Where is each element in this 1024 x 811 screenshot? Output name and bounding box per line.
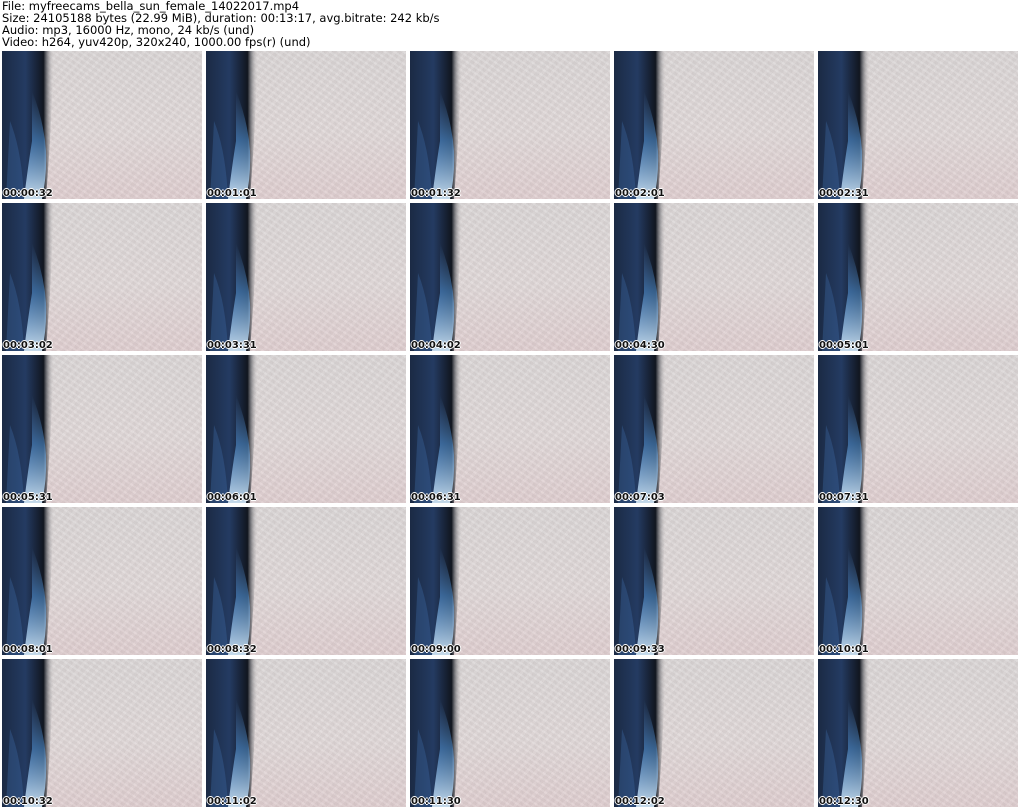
timestamp-label: 00:06:31: [411, 492, 461, 503]
lens-fringe-shape: [818, 659, 870, 807]
timestamp-label: 00:03:02: [3, 340, 53, 351]
video-thumbnail: 00:03:31: [206, 203, 406, 351]
video-thumbnail: 00:08:01: [2, 507, 202, 655]
video-thumbnail: 00:12:02: [614, 659, 814, 807]
video-thumbnail: 00:10:32: [2, 659, 202, 807]
video-thumbnail: 00:01:01: [206, 51, 406, 199]
lens-fringe-shape: [206, 355, 258, 503]
lens-fringe-shape: [410, 203, 462, 351]
lens-fringe-shape: [206, 51, 258, 199]
thumbnail-grid: 00:00:32 00:01:01 00:01:32 00:02:01 00:02:31…: [2, 51, 1022, 811]
timestamp-label: 00:10:01: [819, 644, 869, 655]
video-thumbnail: 00:05:31: [2, 355, 202, 503]
timestamp-label: 00:07:03: [615, 492, 665, 503]
video-thumbnail: 00:04:30: [614, 203, 814, 351]
timestamp-label: 00:05:31: [3, 492, 53, 503]
lens-fringe-shape: [614, 659, 666, 807]
lens-fringe-shape: [2, 355, 54, 503]
video-thumbnail: 00:09:33: [614, 507, 814, 655]
video-thumbnail: 00:05:01: [818, 203, 1018, 351]
lens-fringe-shape: [818, 355, 870, 503]
lens-fringe-shape: [614, 507, 666, 655]
lens-fringe-shape: [410, 659, 462, 807]
video-thumbnail: 00:07:31: [818, 355, 1018, 503]
lens-fringe-shape: [614, 355, 666, 503]
lens-fringe-shape: [614, 51, 666, 199]
video-thumbnail: 00:02:31: [818, 51, 1018, 199]
video-thumbnail: 00:01:32: [410, 51, 610, 199]
lens-fringe-shape: [2, 203, 54, 351]
video-thumbnail: 00:11:30: [410, 659, 610, 807]
timestamp-label: 00:12:02: [615, 796, 665, 807]
video-thumbnail: 00:12:30: [818, 659, 1018, 807]
lens-fringe-shape: [206, 659, 258, 807]
video-thumbnail: 00:02:01: [614, 51, 814, 199]
video-thumbnail: 00:08:32: [206, 507, 406, 655]
timestamp-label: 00:02:31: [819, 188, 869, 199]
video-info-line: Video: h264, yuv420p, 320x240, 1000.00 f…: [2, 35, 311, 49]
timestamp-label: 00:06:01: [207, 492, 257, 503]
timestamp-label: 00:08:32: [207, 644, 257, 655]
lens-fringe-shape: [2, 51, 54, 199]
timestamp-label: 00:05:01: [819, 340, 869, 351]
timestamp-label: 00:00:32: [3, 188, 53, 199]
timestamp-label: 00:11:30: [411, 796, 461, 807]
video-thumbnail: 00:03:02: [2, 203, 202, 351]
timestamp-label: 00:12:30: [819, 796, 869, 807]
lens-fringe-shape: [206, 507, 258, 655]
timestamp-label: 00:08:01: [3, 644, 53, 655]
timestamp-label: 00:01:01: [207, 188, 257, 199]
video-thumbnail: 00:07:03: [614, 355, 814, 503]
video-thumbnail: 00:09:00: [410, 507, 610, 655]
timestamp-label: 00:03:31: [207, 340, 257, 351]
lens-fringe-shape: [410, 507, 462, 655]
video-thumbnail: 00:10:01: [818, 507, 1018, 655]
file-info-header: File: myfreecams_bella_sun_female_140220…: [2, 0, 1022, 50]
lens-fringe-shape: [818, 203, 870, 351]
lens-fringe-shape: [410, 51, 462, 199]
video-thumbnail: 00:00:32: [2, 51, 202, 199]
timestamp-label: 00:01:32: [411, 188, 461, 199]
video-thumbnail: 00:06:31: [410, 355, 610, 503]
timestamp-label: 00:10:32: [3, 796, 53, 807]
lens-fringe-shape: [2, 507, 54, 655]
lens-fringe-shape: [206, 203, 258, 351]
timestamp-label: 00:09:33: [615, 644, 665, 655]
timestamp-label: 00:04:02: [411, 340, 461, 351]
lens-fringe-shape: [410, 355, 462, 503]
video-thumbnail: 00:04:02: [410, 203, 610, 351]
timestamp-label: 00:02:01: [615, 188, 665, 199]
timestamp-label: 00:09:00: [411, 644, 461, 655]
timestamp-label: 00:04:30: [615, 340, 665, 351]
lens-fringe-shape: [818, 51, 870, 199]
lens-fringe-shape: [818, 507, 870, 655]
timestamp-label: 00:07:31: [819, 492, 869, 503]
lens-fringe-shape: [614, 203, 666, 351]
lens-fringe-shape: [2, 659, 54, 807]
video-thumbnail: 00:06:01: [206, 355, 406, 503]
video-thumbnail: 00:11:02: [206, 659, 406, 807]
timestamp-label: 00:11:02: [207, 796, 257, 807]
